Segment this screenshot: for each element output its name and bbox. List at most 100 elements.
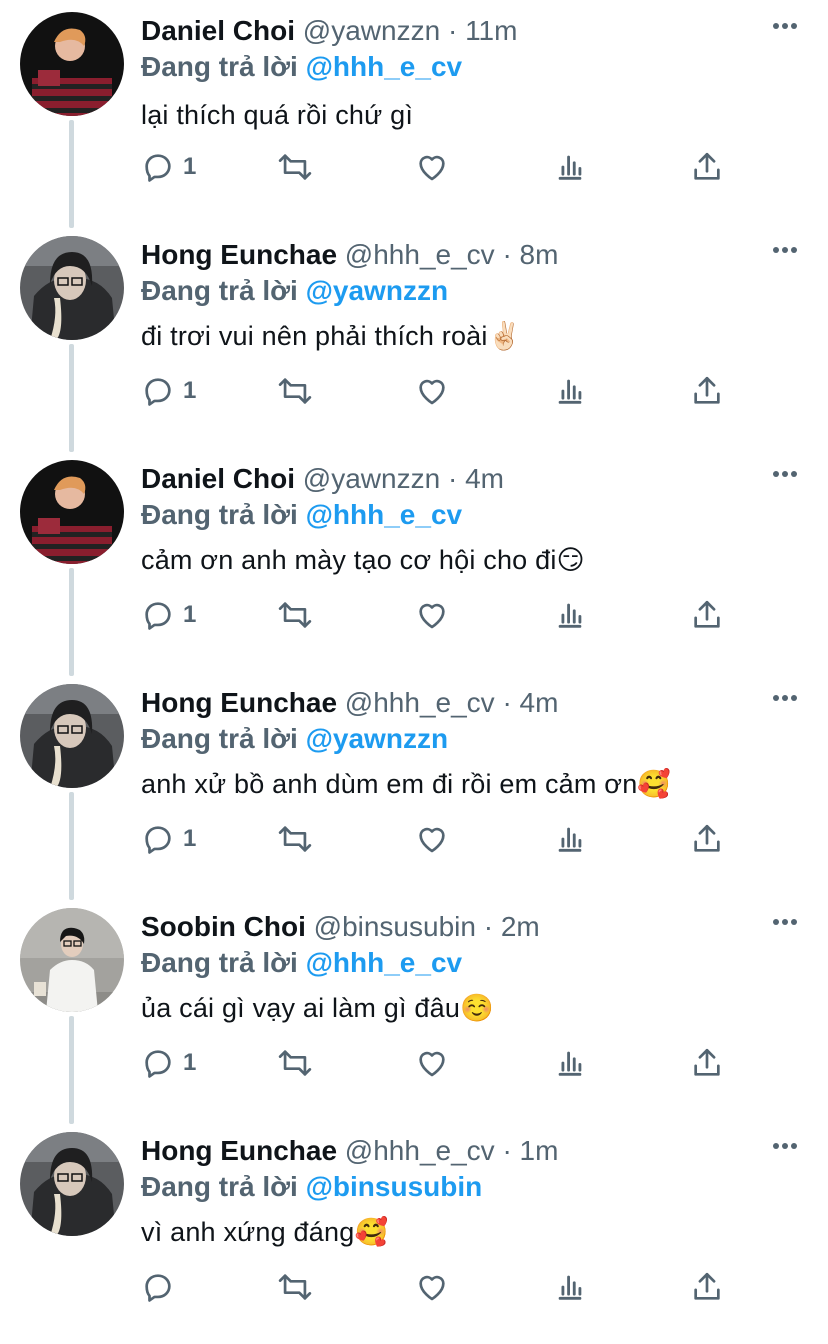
handle[interactable]: @yawnzzn [303, 463, 440, 494]
action-bar: 1 [0, 593, 828, 637]
avatar-soobin-choi[interactable] [20, 908, 124, 1012]
more-options-icon[interactable] [772, 246, 798, 254]
replying-to-line: Đang trả lời @hhh_e_cv [141, 498, 462, 532]
separator-dot: · [502, 239, 512, 270]
handle[interactable]: @hhh_e_cv [345, 1135, 495, 1166]
share-button[interactable] [690, 593, 724, 637]
tweet-text-content: ủa cái gì vạy ai làm gì đâu [141, 993, 461, 1023]
reply-icon [145, 1274, 171, 1302]
reply-button[interactable]: 1 [141, 817, 196, 861]
mention-link[interactable]: @yawnzzn [306, 723, 448, 754]
more-options-icon[interactable] [772, 22, 798, 30]
reply-button[interactable] [141, 1265, 183, 1309]
share-button[interactable] [690, 1265, 724, 1309]
retweet-button[interactable] [276, 1041, 314, 1085]
like-button[interactable] [415, 1041, 449, 1085]
like-button[interactable] [415, 369, 449, 413]
more-options-icon[interactable] [772, 694, 798, 702]
analytics-button[interactable] [553, 1265, 587, 1309]
retweet-button[interactable] [276, 817, 314, 861]
retweet-button[interactable] [276, 593, 314, 637]
like-button[interactable] [415, 593, 449, 637]
analytics-button[interactable] [553, 593, 587, 637]
share-button[interactable] [690, 817, 724, 861]
retweet-icon [278, 826, 312, 852]
reply-button[interactable]: 1 [141, 369, 196, 413]
reply-button[interactable]: 1 [141, 145, 196, 189]
heart-icon [419, 379, 445, 405]
handle[interactable]: @hhh_e_cv [345, 239, 495, 270]
display-name[interactable]: Daniel Choi [141, 463, 295, 494]
separator-dot: · [483, 911, 494, 942]
tweet[interactable]: Daniel Choi @yawnzzn · 11m Đang trả lời … [0, 0, 828, 228]
analytics-button[interactable] [553, 145, 587, 189]
tweet[interactable]: Soobin Choi @binsusubin · 2m Đang trả lờ… [0, 896, 828, 1124]
avatar-hong-eunchae[interactable] [20, 236, 124, 340]
emoji: 🥰 [354, 1217, 389, 1247]
mention-link[interactable]: @binsusubin [306, 1171, 483, 1202]
replying-to-label: Đang trả lời [141, 723, 298, 754]
timestamp[interactable]: 4m [520, 687, 559, 718]
avatar-hong-eunchae[interactable] [20, 684, 124, 788]
emoji: 🥰 [637, 769, 672, 799]
analytics-button[interactable] [553, 369, 587, 413]
replying-to-line: Đang trả lời @yawnzzn [141, 274, 448, 308]
tweet[interactable]: Hong Eunchae @hhh_e_cv · 8m Đang trả lời… [0, 224, 828, 452]
reply-icon [145, 154, 171, 182]
mention-link[interactable]: @hhh_e_cv [306, 947, 462, 978]
handle[interactable]: @yawnzzn [303, 15, 440, 46]
share-button[interactable] [690, 145, 724, 189]
replying-to-line: Đang trả lời @yawnzzn [141, 722, 448, 756]
share-button[interactable] [690, 1041, 724, 1085]
retweet-icon [278, 154, 312, 180]
like-button[interactable] [415, 817, 449, 861]
heart-icon [419, 1051, 445, 1077]
tweet[interactable]: Daniel Choi @yawnzzn · 4m Đang trả lời @… [0, 448, 828, 676]
mention-link[interactable]: @hhh_e_cv [306, 499, 462, 530]
retweet-button[interactable] [276, 369, 314, 413]
tweet-text: cảm ơn anh mày tạo cơ hội cho đi😏 [141, 542, 585, 578]
display-name[interactable]: Soobin Choi [141, 911, 306, 942]
retweet-button[interactable] [276, 145, 314, 189]
reply-button[interactable]: 1 [141, 593, 196, 637]
reply-button[interactable]: 1 [141, 1041, 196, 1085]
avatar-daniel-choi[interactable] [20, 460, 124, 564]
timestamp[interactable]: 4m [465, 463, 504, 494]
analytics-icon [558, 1051, 582, 1076]
like-button[interactable] [415, 1265, 449, 1309]
handle[interactable]: @binsusubin [314, 911, 476, 942]
replying-to-label: Đang trả lời [141, 947, 298, 978]
timestamp[interactable]: 11m [465, 15, 517, 46]
avatar-daniel-choi[interactable] [20, 12, 124, 116]
more-options-icon[interactable] [772, 1142, 798, 1150]
mention-link[interactable]: @yawnzzn [306, 275, 448, 306]
handle[interactable]: @hhh_e_cv [345, 687, 495, 718]
retweet-icon [278, 378, 312, 404]
avatar-hong-eunchae[interactable] [20, 1132, 124, 1236]
display-name[interactable]: Hong Eunchae [141, 239, 337, 270]
timestamp[interactable]: 8m [520, 239, 559, 270]
display-name[interactable]: Hong Eunchae [141, 1135, 337, 1166]
mention-link[interactable]: @hhh_e_cv [306, 51, 462, 82]
tweet-text-content: anh xử bồ anh dùm em đi rồi em cảm ơn [141, 769, 638, 799]
display-name[interactable]: Hong Eunchae [141, 687, 337, 718]
tweet[interactable]: Hong Eunchae @hhh_e_cv · 1m Đang trả lời… [0, 1120, 828, 1344]
share-icon [694, 600, 720, 628]
more-options-icon[interactable] [772, 470, 798, 478]
display-name[interactable]: Daniel Choi [141, 15, 295, 46]
like-button[interactable] [415, 145, 449, 189]
timestamp[interactable]: 2m [501, 911, 540, 942]
heart-icon [419, 1275, 445, 1301]
analytics-button[interactable] [553, 1041, 587, 1085]
retweet-button[interactable] [276, 1265, 314, 1309]
analytics-icon [558, 1275, 582, 1300]
analytics-button[interactable] [553, 817, 587, 861]
emoji: ☺️ [460, 993, 494, 1023]
timestamp[interactable]: 1m [520, 1135, 559, 1166]
reply-icon [145, 1050, 171, 1078]
more-options-icon[interactable] [772, 918, 798, 926]
share-button[interactable] [690, 369, 724, 413]
tweet[interactable]: Hong Eunchae @hhh_e_cv · 4m Đang trả lời… [0, 672, 828, 900]
heart-icon [419, 603, 445, 629]
action-bar: 1 [0, 369, 828, 413]
